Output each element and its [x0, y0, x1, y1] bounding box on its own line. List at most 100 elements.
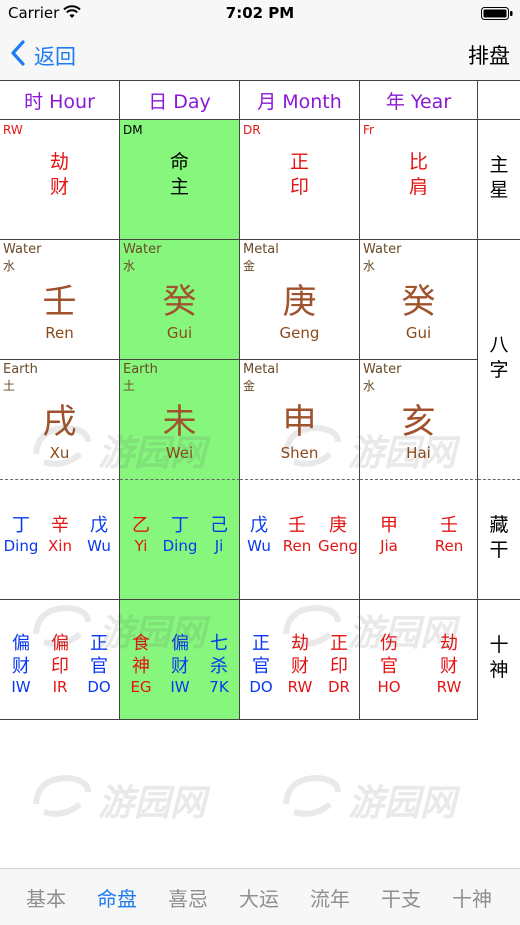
- side-label-char: 藏: [489, 514, 509, 536]
- element-cn: 水: [3, 259, 16, 273]
- side-label-char: 十: [489, 634, 509, 656]
- hidden-stem-char: 辛: [51, 515, 69, 536]
- branch-char: 未: [162, 402, 197, 442]
- hidden-gods-year: 伤 官 HO 劫 财 RW: [360, 600, 478, 720]
- tab-ten-gods[interactable]: 十神: [435, 883, 509, 912]
- hidden-stems-day: 乙 Yi 丁 Ding 己 Ji: [120, 480, 240, 600]
- hidden-stem-char: 戊: [90, 515, 108, 536]
- hidden-gods-day: 食 神 EG 偏 财 IW 七 杀 7K: [120, 600, 240, 720]
- main-star-hour: RW 劫 财: [0, 120, 120, 240]
- element-cn: 土: [123, 379, 136, 393]
- chart-title: 排盘: [468, 44, 510, 68]
- side-label-hidden-stems: 藏 干: [478, 480, 520, 600]
- hidden-god-abbr: RW: [436, 678, 462, 696]
- hidden-stem: 壬 Ren: [430, 514, 468, 556]
- element-cn: 金: [243, 259, 256, 273]
- ten-god-abbr: DM: [123, 123, 143, 137]
- branch-pinyin: Hai: [406, 444, 431, 462]
- header-year: 年 Year: [360, 80, 478, 120]
- stem-char: 壬: [42, 282, 77, 322]
- hidden-god-char: 食: [132, 633, 150, 654]
- element-cn: 金: [243, 379, 256, 393]
- hidden-god-char: 偏: [51, 633, 69, 654]
- main-star-year: Fr 比 肩: [360, 120, 478, 240]
- hidden-stem-pinyin: Jia: [380, 537, 398, 555]
- hidden-god-char: 神: [132, 656, 150, 677]
- hidden-god: 偏 财 IW: [2, 632, 40, 697]
- hidden-god: 正 官 DO: [80, 632, 118, 697]
- hidden-god-char: 七: [210, 633, 228, 654]
- ten-god-char: 主: [169, 176, 189, 198]
- hidden-god-char: 杀: [210, 656, 228, 677]
- hidden-god: 正 官 DO: [242, 632, 280, 697]
- tab-chart[interactable]: 命盘: [80, 883, 154, 912]
- battery-icon: [481, 7, 513, 20]
- hidden-stem: 丁 Ding: [161, 514, 199, 556]
- hidden-stem-pinyin: Ren: [434, 537, 464, 555]
- bazi-chart: 时 Hour 日 Day 月 Month 年 Year RW 劫 财 DM 命 …: [0, 80, 520, 720]
- hidden-stem-pinyin: Xin: [48, 537, 72, 555]
- back-label: 返回: [34, 45, 76, 69]
- tab-basic[interactable]: 基本: [9, 883, 83, 912]
- hidden-god-abbr: 7K: [209, 678, 229, 696]
- hidden-stem: 戊 Wu: [242, 514, 276, 556]
- ten-god-char: 劫: [49, 151, 69, 173]
- watermark-logo: 游园网: [30, 770, 206, 824]
- hidden-stem: 甲 Jia: [370, 514, 408, 556]
- side-label-char: 主: [489, 154, 509, 176]
- hidden-stem-pinyin: Wu: [87, 537, 111, 555]
- main-star-day: DM 命 主: [120, 120, 240, 240]
- hidden-god-char: 财: [440, 656, 458, 677]
- stem-pinyin: Geng: [279, 324, 320, 342]
- ten-god-char: 财: [49, 176, 69, 198]
- hidden-god: 劫 财 RW: [430, 632, 468, 697]
- hidden-god-abbr: IW: [170, 678, 190, 696]
- side-label-eight-chars: 八 字: [478, 240, 520, 480]
- stem-month: Metal 金 庚 Geng: [240, 240, 360, 360]
- hidden-god: 正 印 DR: [320, 632, 358, 697]
- branch-pinyin: Wei: [165, 444, 194, 462]
- tab-favorable[interactable]: 喜忌: [151, 883, 225, 912]
- hidden-god-char: 财: [291, 656, 309, 677]
- hidden-stem: 庚 Geng: [317, 514, 359, 556]
- hidden-god-char: 财: [171, 656, 189, 677]
- hidden-god-char: 官: [380, 656, 398, 677]
- ten-god-char: 比: [408, 151, 428, 173]
- hidden-stem-pinyin: Wu: [247, 537, 271, 555]
- ten-god-char: 印: [289, 176, 309, 198]
- ten-god-abbr: DR: [243, 123, 261, 137]
- ten-god-char: 肩: [408, 176, 428, 198]
- header-month: 月 Month: [240, 80, 360, 120]
- stem-pinyin: Gui: [405, 324, 432, 342]
- hidden-stem-char: 丁: [12, 515, 30, 536]
- branch-pinyin: Shen: [280, 444, 319, 462]
- hidden-stem-char: 壬: [288, 515, 306, 536]
- hidden-stems-year: 甲 Jia 壬 Ren: [360, 480, 478, 600]
- hidden-god: 伤 官 HO: [370, 632, 408, 697]
- hidden-god: 偏 印 IR: [41, 632, 79, 697]
- hidden-god-char: 劫: [440, 633, 458, 654]
- hidden-stems-hour: 丁 Ding 辛 Xin 戊 Wu: [0, 480, 120, 600]
- hidden-stem-char: 庚: [329, 515, 347, 536]
- header-day: 日 Day: [120, 80, 240, 120]
- element-cn: 水: [123, 259, 136, 273]
- stem-char: 癸: [162, 282, 197, 322]
- hidden-stem-char: 己: [210, 515, 228, 536]
- ten-god-char: 正: [289, 151, 309, 173]
- tab-stems-branches[interactable]: 干支: [364, 883, 438, 912]
- hidden-god-char: 偏: [171, 633, 189, 654]
- side-label-char: 神: [489, 659, 509, 681]
- hidden-gods-hour: 偏 财 IW 偏 印 IR 正 官 DO: [0, 600, 120, 720]
- clock-label: 7:02 PM: [225, 4, 295, 22]
- stem-year: Water 水 癸 Gui: [360, 240, 478, 360]
- hidden-god-char: 印: [51, 656, 69, 677]
- tab-major-luck[interactable]: 大运: [222, 883, 296, 912]
- hidden-stem: 乙 Yi: [122, 514, 160, 556]
- element-cn: 水: [363, 259, 376, 273]
- ten-god-abbr: RW: [3, 123, 23, 137]
- ten-god-char: 命: [169, 151, 189, 173]
- tab-annual-luck[interactable]: 流年: [293, 883, 367, 912]
- element-cn: 土: [3, 379, 16, 393]
- header-hour: 时 Hour: [0, 80, 120, 120]
- stem-char: 庚: [282, 282, 317, 322]
